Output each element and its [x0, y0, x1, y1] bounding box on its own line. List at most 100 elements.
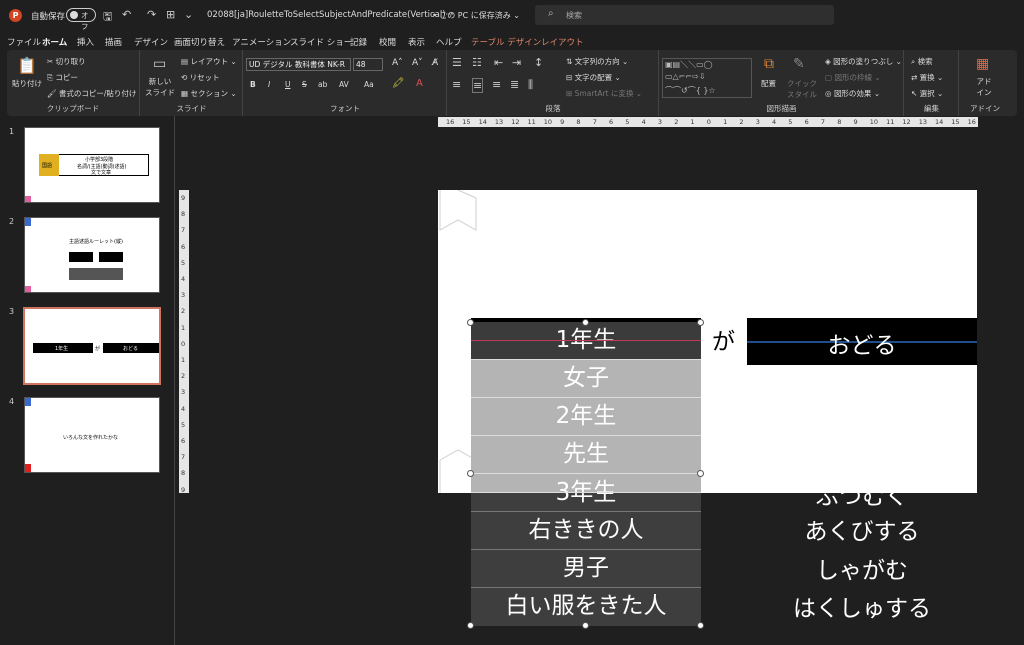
ruler-tick-label: 7 [592, 118, 597, 126]
tab-help[interactable]: ヘルプ [436, 36, 462, 48]
format-painter-button[interactable]: 🖌 書式のコピー/貼り付け [47, 88, 136, 99]
shadow-button[interactable]: ab [318, 80, 327, 89]
tab-draw[interactable]: 描画 [105, 36, 122, 48]
save-icon[interactable]: 🖫 [103, 8, 112, 27]
addins-icon[interactable]: ▦ [976, 56, 989, 72]
clear-format-icon[interactable]: A̸ [432, 58, 438, 68]
font-color-icon[interactable]: A [416, 78, 423, 89]
copy-button[interactable]: ⎘ コピー [47, 72, 78, 83]
resize-handle-n[interactable] [582, 319, 589, 326]
slide-thumbnail-4[interactable]: いろんな文を作れたかな [24, 397, 160, 473]
columns-icon[interactable]: ⫼ [528, 78, 533, 92]
font-name-combo[interactable]: UD デジタル 教科書体 NK-R [246, 58, 351, 71]
autosave-toggle[interactable]: オフ [66, 8, 96, 31]
select-button[interactable]: ↖ 選択 ⌄ [911, 88, 943, 99]
customize-toolbar-icon[interactable]: ⌄ [184, 8, 193, 21]
quick-styles-icon[interactable]: ✎ [793, 56, 805, 72]
redo-icon[interactable]: ↷ [147, 8, 156, 21]
ruler-tick-label: 2 [674, 118, 679, 126]
tab-view[interactable]: 表示 [408, 36, 425, 48]
undo-icon[interactable]: ↶ [122, 8, 131, 21]
text-direction-button[interactable]: ⇅ 文字列の方向 ⌄ [566, 56, 628, 67]
presentation-icon[interactable]: ⊞ [166, 8, 175, 21]
highlight-icon[interactable]: 🖍 [392, 78, 405, 89]
predicate-selected-box[interactable]: おどる [747, 318, 977, 365]
subject-reel[interactable]: 1年生 女子 2年生 先生 3年生 3年生 右ききの人 男子 白い服をきた人 [471, 322, 701, 627]
resize-handle-ne[interactable] [697, 319, 704, 326]
reset-button[interactable]: ⟲ リセット [181, 72, 220, 83]
textbox-shape-icon[interactable]: ▣▤＼＼▭◯ [665, 59, 713, 70]
tab-file[interactable]: ファイル [7, 36, 41, 48]
rect-shape-icon[interactable]: ▭△⌐⌐⇨⇩ [665, 72, 706, 81]
format-painter-label: 書式のコピー/貼り付け [58, 89, 137, 98]
ruler-tick-label: 5 [788, 118, 793, 126]
resize-handle-s[interactable] [582, 622, 589, 629]
pane-splitter[interactable] [174, 116, 175, 645]
strike-button[interactable]: S [302, 80, 307, 89]
justify-icon[interactable]: ≣ [510, 78, 519, 91]
font-group: UD デジタル 教科書体 NK-R 48 A˄ A˅ A̸ B I U S ab… [244, 50, 447, 116]
numbering-icon[interactable]: ☷ [472, 56, 482, 69]
tab-record[interactable]: 記録 [350, 36, 367, 48]
ruler-tick-label: 7 [181, 453, 186, 462]
find-button[interactable]: ⌕ 検索 [911, 56, 933, 67]
toggle-knob [70, 11, 78, 19]
save-state[interactable]: • この PC に保存済み ⌄ [432, 10, 520, 21]
new-slide-icon[interactable]: ▭ [153, 56, 166, 72]
addins-button[interactable]: アド イン [974, 76, 994, 98]
layout-button[interactable]: ▤ レイアウト ⌄ [181, 56, 237, 67]
replace-button[interactable]: ⇄ 置換 ⌄ [911, 72, 943, 83]
shapes-gallery[interactable]: ▣▤＼＼▭◯ ▭△⌐⌐⇨⇩ ⌒⌒↺⌒{ }☆ [662, 58, 752, 98]
change-case-button[interactable]: Aa [364, 80, 374, 89]
align-left-icon[interactable]: ≡ [452, 78, 461, 91]
smartart-button[interactable]: ⊞ SmartArt に変換 ⌄ [566, 88, 642, 99]
resize-handle-sw[interactable] [467, 622, 474, 629]
shape-fill-button[interactable]: ◈ 図形の塗りつぶし ⌄ [825, 56, 902, 67]
resize-handle-nw[interactable] [467, 319, 474, 326]
spacing-button[interactable]: AV [339, 80, 349, 89]
align-text-button[interactable]: ⊟ 文字の配置 ⌄ [566, 72, 621, 83]
ruler-tick-label: 4 [641, 118, 646, 126]
increase-indent-icon[interactable]: ⇥ [512, 56, 521, 69]
shape-effects-button[interactable]: ◎ 図形の効果 ⌄ [825, 88, 880, 99]
tab-slideshow[interactable]: スライド ショー [290, 36, 352, 48]
underline-button[interactable]: U [285, 80, 291, 89]
tab-home[interactable]: ホーム [42, 36, 68, 52]
decrease-font-icon[interactable]: A˅ [412, 58, 423, 68]
align-right-icon[interactable]: ≡ [492, 78, 501, 91]
arrange-button[interactable]: 配置 [761, 78, 776, 89]
increase-font-icon[interactable]: A˄ [392, 58, 403, 68]
tab-design[interactable]: デザイン [134, 36, 168, 48]
section-button[interactable]: ▦ セクション ⌄ [181, 88, 237, 99]
slide-thumbnail-2[interactable]: 主語述語ルーレット(縦) [24, 217, 160, 293]
autosave-label: 自動保存 [31, 12, 66, 22]
tab-transitions[interactable]: 画面切り替え [174, 36, 225, 48]
paste-button[interactable]: 貼り付け [12, 78, 42, 89]
tab-layout[interactable]: レイアウト [541, 36, 584, 48]
arrange-icon[interactable]: ⧉ [764, 56, 774, 72]
resize-handle-w[interactable] [467, 470, 474, 477]
quick-styles-button[interactable]: クイック スタイル [783, 78, 821, 100]
tab-insert[interactable]: 挿入 [77, 36, 94, 48]
tab-animations[interactable]: アニメーション [232, 36, 291, 48]
curve-shape-icon[interactable]: ⌒⌒↺⌒{ }☆ [665, 85, 716, 96]
shape-outline-button[interactable]: ▢ 図形の枠線 ⌄ [825, 72, 881, 83]
slide-thumbnail-1[interactable]: 国語 小学部3段階 名詞/(主語)動詞(述語) 文で文章 [24, 127, 160, 203]
tab-review[interactable]: 校閲 [379, 36, 396, 48]
slide-thumbnail-3[interactable]: 1年生 が おどる [23, 307, 161, 385]
font-size-combo[interactable]: 48 [353, 58, 383, 71]
italic-button[interactable]: I [268, 80, 270, 89]
resize-handle-se[interactable] [697, 622, 704, 629]
line-spacing-icon[interactable]: ↕ [534, 56, 543, 69]
tab-table-design[interactable]: テーブル デザイン [471, 36, 541, 48]
ruler-tick-label: 16 [446, 118, 455, 126]
align-center-icon[interactable]: ≡ [472, 78, 484, 93]
resize-handle-e[interactable] [697, 470, 704, 477]
cut-button[interactable]: ✂ 切り取り [47, 56, 86, 67]
search-box[interactable]: ⌕ 検索 [535, 5, 834, 25]
paste-icon[interactable]: 📋 [17, 56, 37, 75]
bold-button[interactable]: B [250, 80, 256, 89]
decrease-indent-icon[interactable]: ⇤ [494, 56, 503, 69]
bullets-icon[interactable]: ☰ [452, 56, 462, 69]
new-slide-button[interactable]: 新しい スライド [145, 76, 175, 98]
